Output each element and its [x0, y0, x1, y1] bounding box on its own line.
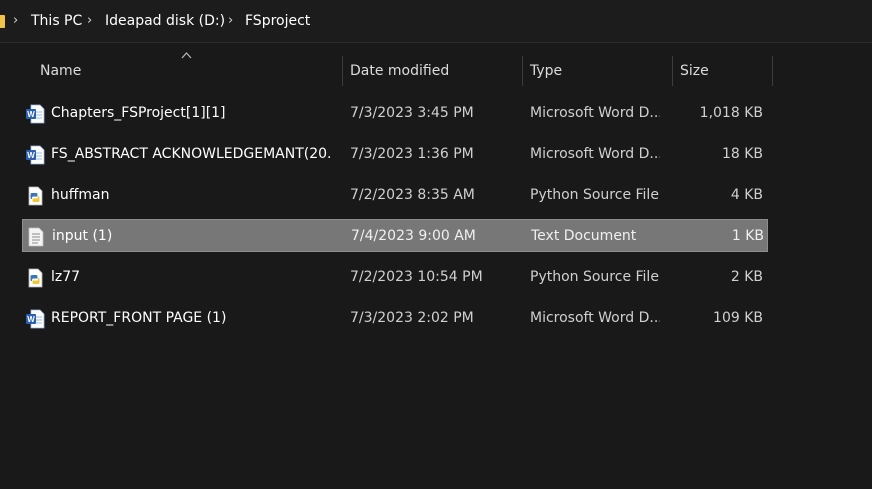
- file-name: input (1): [52, 228, 113, 244]
- column-header-type[interactable]: Type: [530, 56, 562, 86]
- chevron-right-icon: ›: [13, 13, 19, 28]
- file-row-report-front-page[interactable]: W REPORT_FRONT PAGE (1) 7/3/2023 2:02 PM…: [22, 302, 768, 335]
- file-name: lz77: [51, 269, 81, 285]
- file-explorer-window: › This PC › Ideapad disk (D:) › FSprojec…: [0, 0, 872, 489]
- file-name: FS_ABSTRACT ACKNOWLEDGEMANT(20...: [51, 146, 331, 162]
- file-row-fs-abstract[interactable]: W FS_ABSTRACT ACKNOWLEDGEMANT(20... 7/3/…: [22, 138, 768, 171]
- svg-text:W: W: [27, 315, 35, 324]
- word-doc-icon: W: [26, 309, 45, 329]
- file-date: 7/2/2023 10:54 PM: [350, 269, 483, 285]
- file-type: Python Source File: [530, 269, 659, 285]
- file-date: 7/3/2023 3:45 PM: [350, 105, 474, 121]
- python-file-icon: [28, 186, 43, 206]
- text-file-icon: [28, 227, 44, 247]
- word-doc-icon: W: [26, 145, 45, 165]
- file-name: REPORT_FRONT PAGE (1): [51, 310, 227, 326]
- column-header-name[interactable]: Name: [40, 56, 81, 86]
- column-header-date-modified[interactable]: Date modified: [350, 56, 449, 86]
- file-type: Microsoft Word D...: [530, 105, 660, 121]
- file-size: 109 KB: [713, 310, 763, 326]
- chevron-right-icon: ›: [87, 13, 93, 28]
- breadcrumb-fsproject[interactable]: FSproject: [245, 11, 310, 31]
- file-row-input-selected[interactable]: input (1) 7/4/2023 9:00 AM Text Document…: [22, 219, 768, 252]
- file-size: 18 KB: [721, 146, 763, 162]
- file-type: Python Source File: [530, 187, 659, 203]
- column-divider[interactable]: [342, 56, 343, 86]
- file-date: 7/2/2023 8:35 AM: [350, 187, 475, 203]
- file-type: Microsoft Word D...: [530, 310, 660, 326]
- breadcrumb-ideapad-disk[interactable]: Ideapad disk (D:): [105, 11, 225, 31]
- chevron-right-icon: ›: [228, 13, 234, 28]
- file-row-huffman[interactable]: huffman 7/2/2023 8:35 AM Python Source F…: [22, 179, 768, 212]
- column-header-size[interactable]: Size: [680, 56, 709, 86]
- sort-ascending-icon: [181, 52, 192, 59]
- file-date: 7/3/2023 1:36 PM: [350, 146, 474, 162]
- file-name: huffman: [51, 187, 110, 203]
- file-size: 2 KB: [730, 269, 763, 285]
- file-row-chapters[interactable]: W Chapters_FSProject[1][1] 7/3/2023 3:45…: [22, 97, 768, 130]
- breadcrumb-this-pc[interactable]: This PC: [31, 11, 82, 31]
- file-type: Microsoft Word D...: [530, 146, 660, 162]
- file-date: 7/3/2023 2:02 PM: [350, 310, 474, 326]
- column-divider[interactable]: [772, 56, 773, 86]
- file-size: 1 KB: [731, 228, 764, 244]
- column-divider[interactable]: [672, 56, 673, 86]
- file-name: Chapters_FSProject[1][1]: [51, 105, 226, 121]
- svg-text:W: W: [27, 110, 35, 119]
- file-date: 7/4/2023 9:00 AM: [351, 228, 476, 244]
- word-doc-icon: W: [26, 104, 45, 124]
- column-divider[interactable]: [522, 56, 523, 86]
- file-size: 4 KB: [730, 187, 763, 203]
- folder-icon: [0, 15, 5, 28]
- svg-text:W: W: [27, 151, 35, 160]
- file-size: 1,018 KB: [699, 105, 763, 121]
- file-type: Text Document: [531, 228, 637, 244]
- file-row-lz77[interactable]: lz77 7/2/2023 10:54 PM Python Source Fil…: [22, 261, 768, 294]
- address-bar[interactable]: › This PC › Ideapad disk (D:) › FSprojec…: [0, 0, 872, 43]
- python-file-icon: [28, 268, 43, 288]
